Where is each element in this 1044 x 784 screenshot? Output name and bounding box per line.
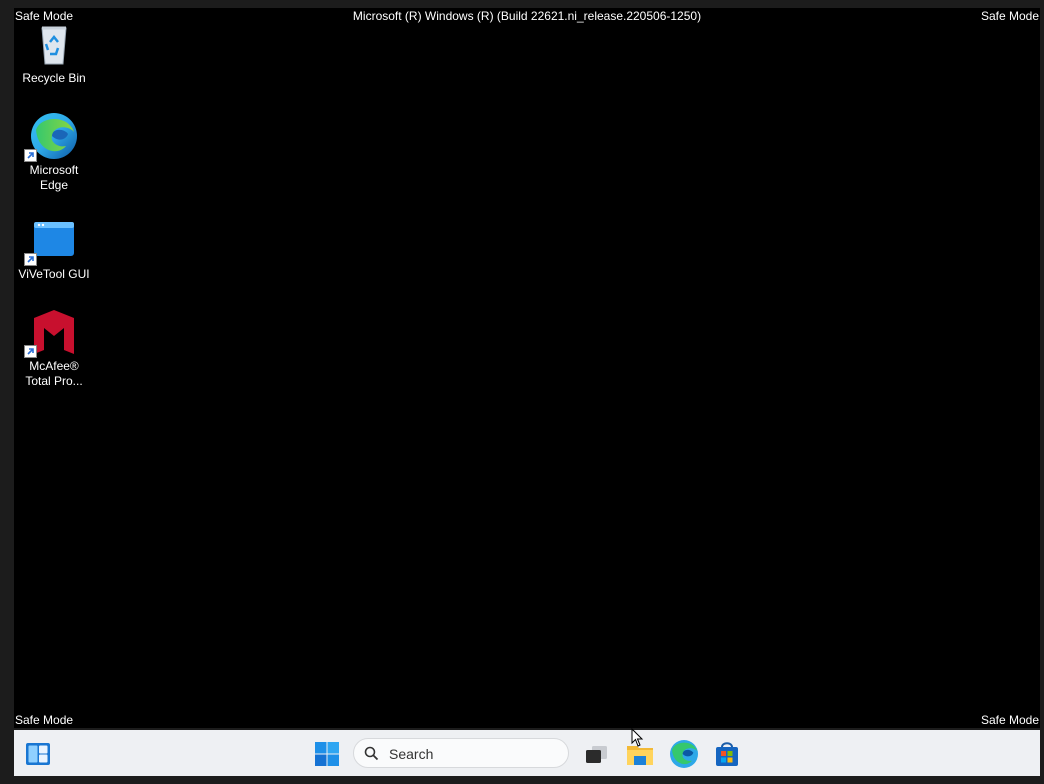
desktop-icon-label: Microsoft Edge xyxy=(29,163,79,192)
safe-mode-label-bottom-left: Safe Mode xyxy=(15,713,74,727)
desktop-icon-microsoft-edge[interactable]: Microsoft Edge xyxy=(18,112,90,193)
desktop-icon-mcafee[interactable]: McAfee® Total Pro... xyxy=(18,308,90,389)
mouse-cursor-icon xyxy=(631,728,644,747)
desktop-background[interactable] xyxy=(14,8,1040,728)
desktop-icon-vivetool-gui[interactable]: ViVeTool GUI xyxy=(18,216,90,282)
windows-start-icon[interactable] xyxy=(311,738,343,770)
widgets-icon[interactable] xyxy=(22,738,54,770)
edge-icon[interactable] xyxy=(668,738,700,770)
taskbar-search-box[interactable]: Search xyxy=(353,738,569,768)
search-placeholder: Search xyxy=(389,746,434,762)
desktop-icon-label: Recycle Bin xyxy=(22,71,86,85)
edge-icon xyxy=(24,112,78,162)
recycle-bin-icon xyxy=(30,20,78,68)
taskbar: Search xyxy=(14,730,1040,776)
vivetool-icon xyxy=(24,216,78,266)
desktop-icon-label: ViVeTool GUI xyxy=(18,267,90,281)
task-view-icon[interactable] xyxy=(581,738,613,770)
build-string: Microsoft (R) Windows (R) (Build 22621.n… xyxy=(352,9,702,23)
safe-mode-label-bottom-right: Safe Mode xyxy=(980,713,1039,727)
desktop-icon-recycle-bin[interactable]: Recycle Bin xyxy=(18,20,90,86)
microsoft-store-icon[interactable] xyxy=(711,738,743,770)
desktop-icon-label: McAfee® Total Pro... xyxy=(25,359,83,388)
safe-mode-label-top-right: Safe Mode xyxy=(980,9,1039,23)
search-icon xyxy=(364,746,379,761)
mcafee-icon xyxy=(24,308,78,358)
